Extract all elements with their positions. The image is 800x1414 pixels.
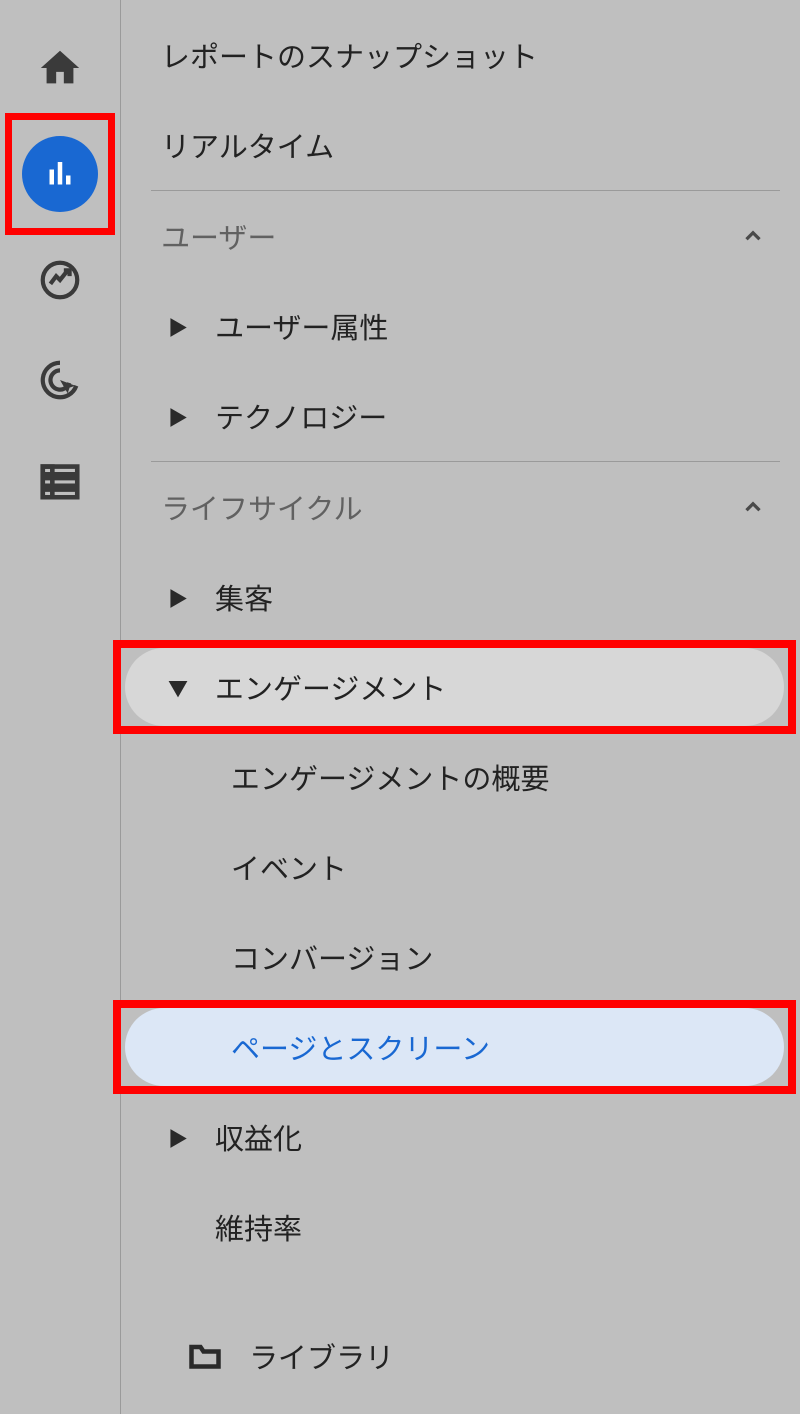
- chevron-right-icon: ▶: [161, 312, 195, 341]
- label: ページとスクリーン: [231, 1026, 490, 1068]
- chevron-down-icon: ▼: [161, 673, 195, 702]
- nav-advertising[interactable]: [10, 330, 110, 430]
- label: コンバージョン: [231, 936, 433, 978]
- nav-retention[interactable]: ▶ 維持率: [121, 1182, 800, 1272]
- nav-library[interactable]: ライブラリ: [121, 1316, 800, 1396]
- nav-technology[interactable]: ▶ テクノロジー: [121, 371, 800, 461]
- nav-explore[interactable]: [10, 230, 110, 330]
- label: テクノロジー: [215, 395, 387, 437]
- section-lifecycle[interactable]: ライフサイクル: [121, 462, 800, 552]
- chevron-up-icon: [740, 494, 766, 520]
- label: ユーザー属性: [215, 305, 388, 347]
- home-icon: [37, 45, 83, 91]
- nav-user-attributes[interactable]: ▶ ユーザー属性: [121, 281, 800, 371]
- bar-chart-icon: [42, 156, 78, 192]
- label: エンゲージメントの概要: [231, 756, 549, 798]
- nav-acquisition[interactable]: ▶ 集客: [121, 552, 800, 642]
- label: イベント: [231, 846, 347, 888]
- label: 維持率: [215, 1206, 302, 1248]
- nav-home[interactable]: [10, 18, 110, 118]
- label: リアルタイム: [161, 124, 334, 166]
- chevron-right-icon: ▶: [161, 583, 195, 612]
- nav-realtime[interactable]: リアルタイム: [121, 100, 800, 190]
- label: エンゲージメント: [215, 666, 446, 708]
- reports-nav-panel: レポートのスナップショット リアルタイム ユーザー ▶ ユーザー属性 ▶ テクノ…: [120, 0, 800, 1414]
- label: 集客: [215, 576, 273, 618]
- folder-icon: [187, 1338, 223, 1374]
- label: ユーザー: [161, 215, 276, 257]
- nav-engagement[interactable]: ▼ エンゲージメント: [121, 642, 800, 732]
- chevron-right-icon: ▶: [161, 402, 195, 431]
- label: 収益化: [215, 1116, 302, 1158]
- target-click-icon: [37, 357, 83, 403]
- nav-pages-screens[interactable]: ページとスクリーン: [121, 1002, 800, 1092]
- chevron-right-icon: ▶: [161, 1123, 195, 1152]
- nav-conversions[interactable]: コンバージョン: [121, 912, 800, 1002]
- nav-reports[interactable]: [10, 118, 110, 230]
- section-user[interactable]: ユーザー: [121, 191, 800, 281]
- chevron-up-icon: [740, 223, 766, 249]
- nav-report-snapshot[interactable]: レポートのスナップショット: [121, 10, 800, 100]
- label: ライブラリ: [249, 1335, 394, 1377]
- label: ライフサイクル: [161, 486, 363, 528]
- nav-engagement-overview[interactable]: エンゲージメントの概要: [121, 732, 800, 822]
- nav-events[interactable]: イベント: [121, 822, 800, 912]
- label: レポートのスナップショット: [161, 34, 538, 76]
- trend-circle-icon: [37, 257, 83, 303]
- nav-monetization[interactable]: ▶ 収益化: [121, 1092, 800, 1182]
- list-table-icon: [37, 457, 83, 503]
- nav-configure[interactable]: [10, 430, 110, 530]
